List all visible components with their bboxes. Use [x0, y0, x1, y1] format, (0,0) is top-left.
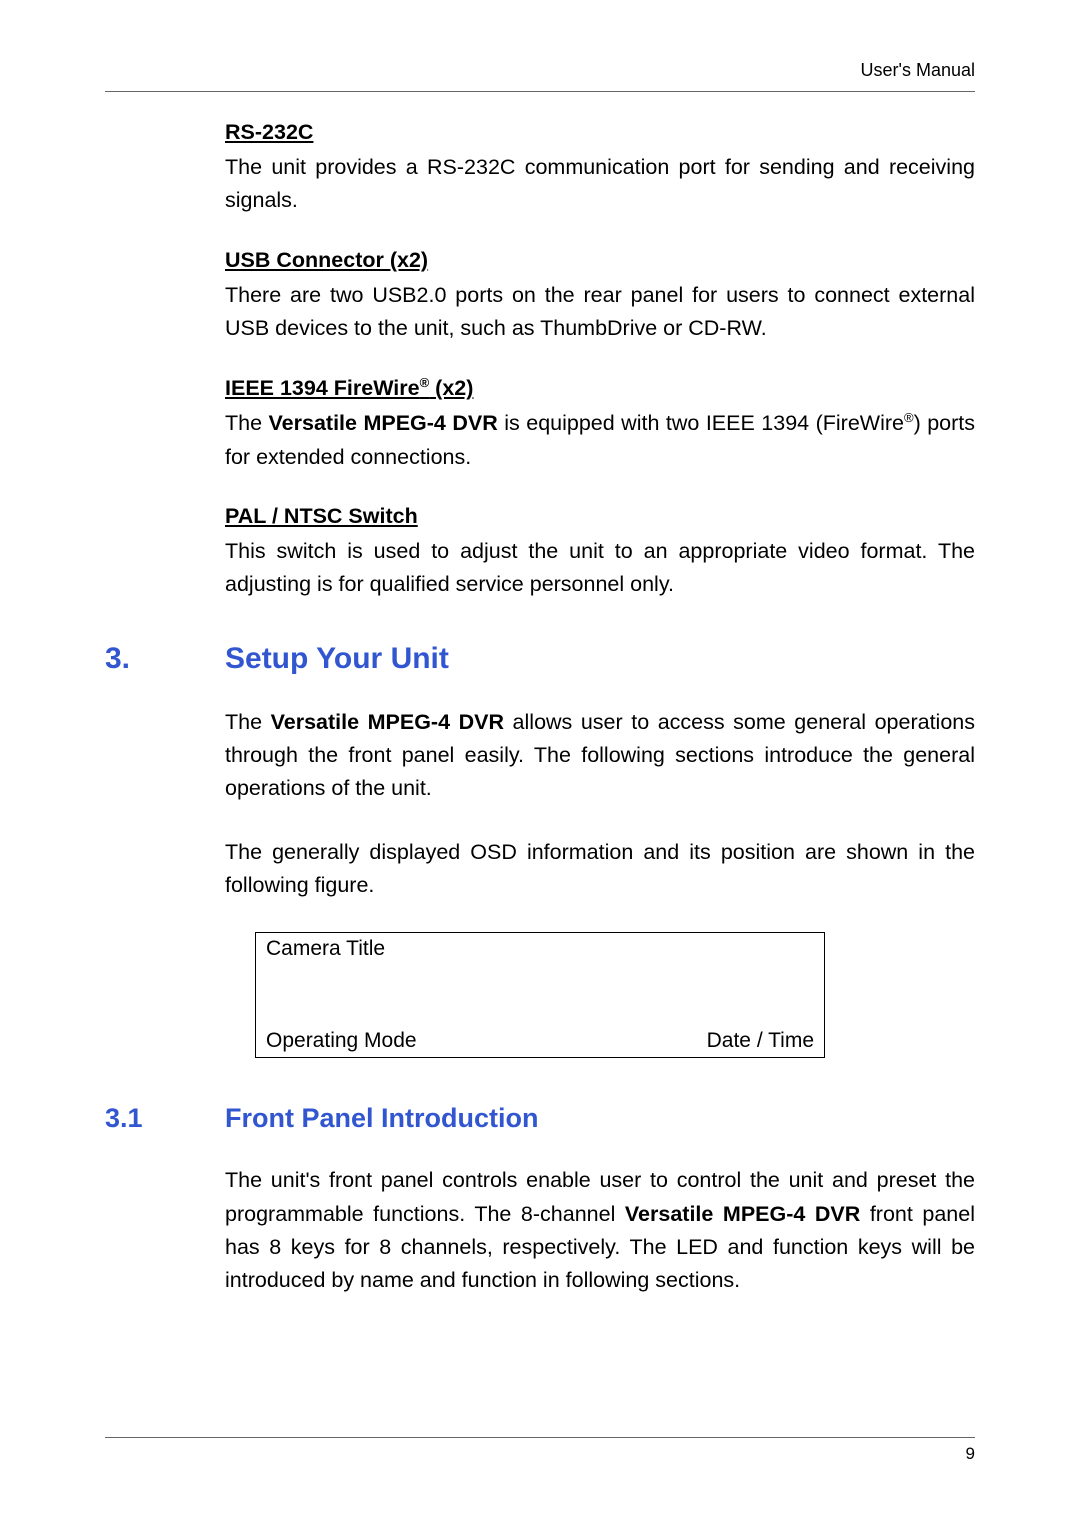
- heading-palntsc: PAL / NTSC Switch: [225, 504, 418, 529]
- body-firewire-mid: is equipped with two IEEE 1394 (FireWire: [498, 411, 904, 435]
- chapter-3-para1: The Versatile MPEG-4 DVR allows user to …: [225, 706, 975, 806]
- chapter-3-para1-bold: Versatile MPEG-4 DVR: [271, 710, 504, 734]
- chapter-3-row: 3. Setup Your Unit: [105, 642, 975, 676]
- chapter-3-num: 3.: [105, 642, 225, 676]
- heading-firewire-sup: ®: [420, 375, 430, 390]
- section-palntsc: PAL / NTSC Switch This switch is used to…: [225, 504, 975, 602]
- section-31-row: 3.1 Front Panel Introduction: [105, 1103, 975, 1134]
- heading-usb: USB Connector (x2): [225, 248, 428, 273]
- body-firewire-sup: ®: [904, 410, 914, 425]
- section-31-title: Front Panel Introduction: [225, 1103, 538, 1134]
- heading-firewire-pre: IEEE 1394 FireWire: [225, 376, 420, 400]
- body-usb: There are two USB2.0 ports on the rear p…: [225, 279, 975, 346]
- osd-date-time: Date / Time: [707, 1029, 814, 1053]
- heading-firewire: IEEE 1394 FireWire® (x2): [225, 375, 473, 401]
- chapter-3-para1-pre: The: [225, 710, 271, 734]
- body-palntsc: This switch is used to adjust the unit t…: [225, 535, 975, 602]
- header-manual: User's Manual: [105, 60, 975, 81]
- top-divider: [105, 91, 975, 92]
- chapter-3-title: Setup Your Unit: [225, 642, 449, 676]
- page: User's Manual RS-232C The unit provides …: [0, 0, 1080, 1297]
- body-firewire: The Versatile MPEG-4 DVR is equipped wit…: [225, 407, 975, 474]
- page-number: 9: [966, 1444, 975, 1464]
- chapter-3-para2: The generally displayed OSD information …: [225, 836, 975, 903]
- section-31-para-bold: Versatile MPEG-4 DVR: [625, 1202, 860, 1226]
- section-firewire: IEEE 1394 FireWire® (x2) The Versatile M…: [225, 375, 975, 474]
- content-area: RS-232C The unit provides a RS-232C comm…: [225, 120, 975, 1297]
- body-firewire-bold: Versatile MPEG-4 DVR: [269, 411, 498, 435]
- bottom-divider: [105, 1437, 975, 1438]
- section-31-para: The unit's front panel controls enable u…: [225, 1164, 975, 1297]
- section-31-num: 3.1: [105, 1103, 225, 1134]
- heading-firewire-post: (x2): [429, 376, 473, 400]
- section-usb: USB Connector (x2) There are two USB2.0 …: [225, 248, 975, 346]
- osd-operating-mode: Operating Mode: [266, 1029, 417, 1053]
- heading-rs232c: RS-232C: [225, 120, 313, 145]
- osd-camera-title: Camera Title: [266, 937, 385, 961]
- body-firewire-pre: The: [225, 411, 269, 435]
- body-rs232c: The unit provides a RS-232C communicatio…: [225, 151, 975, 218]
- osd-box: Camera Title Operating Mode Date / Time: [255, 932, 825, 1058]
- section-rs232c: RS-232C The unit provides a RS-232C comm…: [225, 120, 975, 218]
